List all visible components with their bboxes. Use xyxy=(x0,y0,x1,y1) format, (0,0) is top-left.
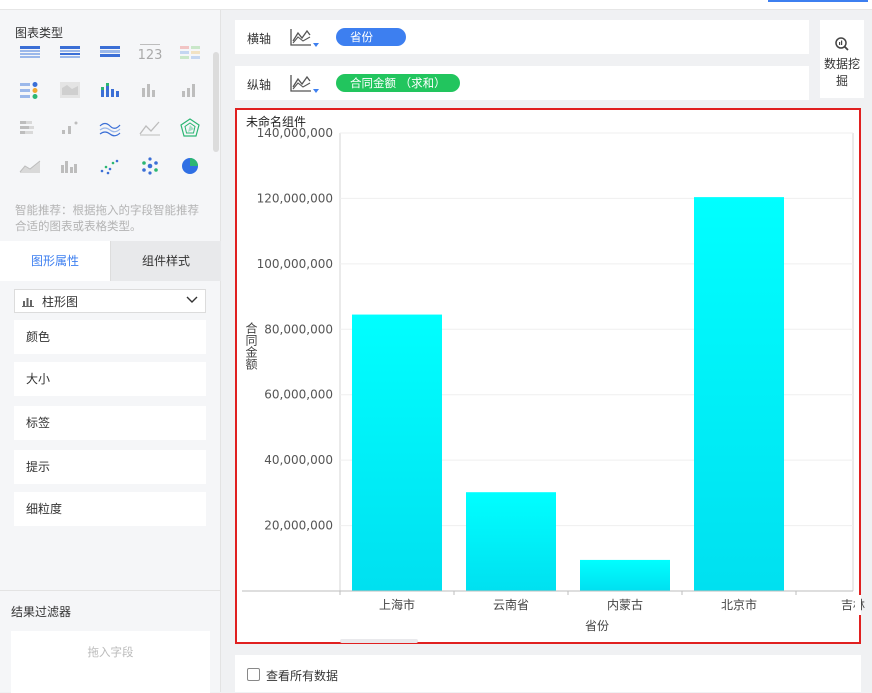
y-tick-label: 120,000,000 xyxy=(257,191,333,205)
y-tick-label: 80,000,000 xyxy=(264,322,333,336)
x-axis-title: 省份 xyxy=(585,619,609,633)
y-tick-label: 100,000,000 xyxy=(257,257,333,271)
y-tick-label: 20,000,000 xyxy=(264,519,333,533)
x-tick-label: 上海市 xyxy=(379,597,415,612)
bar xyxy=(694,197,784,591)
x-tick-label: 北京市 xyxy=(721,597,757,612)
y-tick-label: 60,000,000 xyxy=(264,388,333,402)
y-tick-label: 40,000,000 xyxy=(264,453,333,467)
chart-horizontal-scrollbar[interactable] xyxy=(340,639,418,643)
show-all-data-label: 查看所有数据 xyxy=(266,669,339,683)
bar-chart: 20,000,000 40,000,000 60,000,000 80,000,000… xyxy=(242,126,865,633)
x-tick-label: 内蒙古 xyxy=(607,597,643,612)
y-tick-label: 140,000,000 xyxy=(257,126,333,140)
label-clip xyxy=(855,595,861,615)
y-axis-title: 合同金额 xyxy=(244,321,258,371)
bar xyxy=(580,559,670,591)
show-all-data-checkbox[interactable] xyxy=(247,668,260,681)
x-tick-label: 吉林 xyxy=(841,598,865,612)
bar xyxy=(466,492,556,591)
bar xyxy=(352,314,442,591)
footer-bar: 查看所有数据 xyxy=(235,655,861,692)
x-tick-label: 云南省 xyxy=(493,597,529,612)
